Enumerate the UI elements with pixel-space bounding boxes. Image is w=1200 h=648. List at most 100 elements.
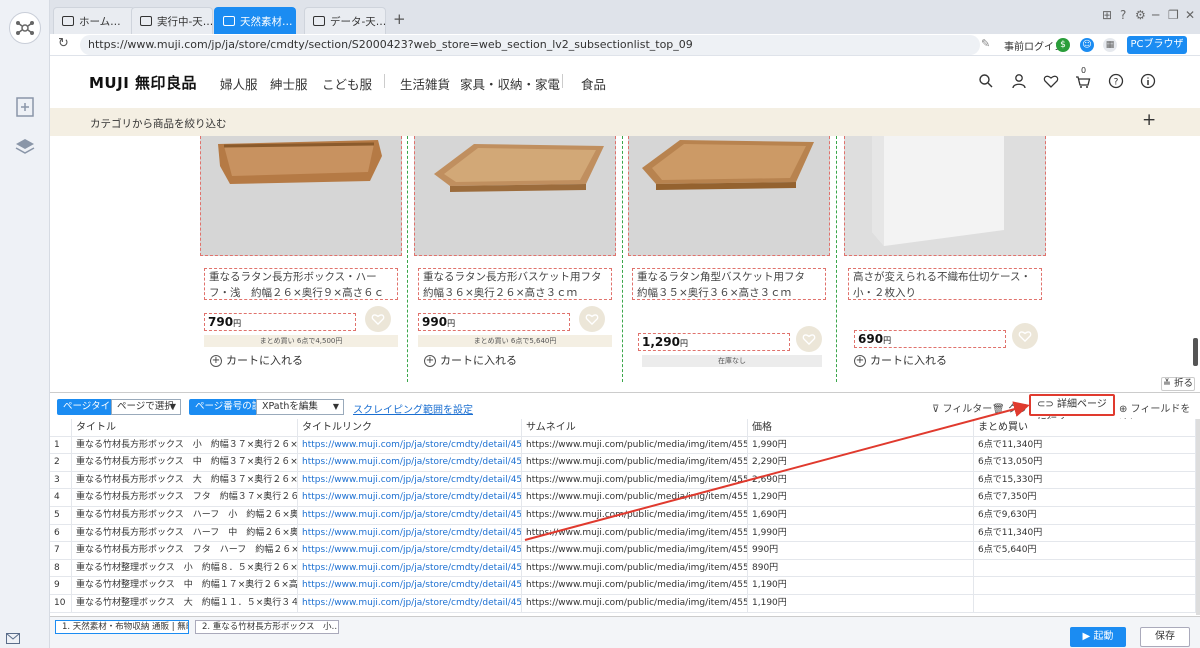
cell-title-link[interactable]: https://www.muji.com/jp/ja/store/cmdty/d… bbox=[298, 577, 522, 595]
table-row[interactable]: 3重なる竹材長方形ボックス 大 約幅３７×奥行２６×高さ２…https://ww… bbox=[50, 471, 1196, 490]
nav-kids[interactable]: こども服 bbox=[322, 74, 372, 93]
run-button[interactable]: ▶ 起動 bbox=[1070, 627, 1126, 647]
cell-bulk[interactable]: 6点で11,340円 bbox=[974, 436, 1196, 455]
info-icon[interactable] bbox=[1140, 73, 1156, 89]
cell-price[interactable]: 990円 bbox=[748, 542, 974, 560]
cell-thumbnail[interactable]: https://www.muji.com/public/media/img/it… bbox=[522, 489, 748, 507]
col-header-thumbnail[interactable]: サムネイル bbox=[522, 419, 748, 437]
cell-bulk[interactable] bbox=[974, 577, 1196, 595]
table-row[interactable]: 1重なる竹材長方形ボックス 小 約幅３７×奥行２６×高さ８… https://ww… bbox=[50, 436, 1196, 455]
cell-title[interactable]: 重なる竹材長方形ボックス 大 約幅３７×奥行２６×高さ２… bbox=[72, 471, 298, 490]
cell-title-link[interactable]: https://www.muji.com/jp/ja/store/cmdty/d… bbox=[298, 524, 522, 543]
cell-price[interactable]: 890円 bbox=[748, 559, 974, 578]
search-icon[interactable] bbox=[978, 73, 994, 89]
favorite-heart-icon[interactable] bbox=[796, 326, 822, 352]
cell-bulk[interactable]: 6点で9,630円 bbox=[974, 507, 1196, 525]
row-number[interactable]: 4 bbox=[50, 489, 72, 507]
pre-login-button[interactable]: 事前ログイン bbox=[1004, 38, 1064, 53]
cell-price[interactable]: 1,990円 bbox=[748, 524, 974, 543]
product-title[interactable]: 重なるラタン角型バスケット用フタ 約幅３５×奥行３６×高さ３ｃｍ bbox=[632, 268, 826, 300]
cell-title-link[interactable]: https://www.muji.com/jp/ja/store/cmdty/d… bbox=[298, 507, 522, 525]
product-card[interactable]: 重なるラタン長方形ボックス・ハーフ・浅 約幅２６×奥行９×高さ６ｃｍ 790円 … bbox=[200, 136, 402, 382]
scrape-range-link[interactable]: スクレイピング範囲を設定 bbox=[353, 401, 473, 416]
user-icon[interactable] bbox=[1011, 73, 1027, 89]
gift-icon[interactable]: ⊞ bbox=[1102, 8, 1112, 22]
col-header-title-link[interactable]: タイトルリンク bbox=[298, 419, 522, 437]
cell-title-link[interactable]: https://www.muji.com/jp/ja/store/cmdty/d… bbox=[298, 471, 522, 490]
cell-bulk[interactable]: 6点で15,330円 bbox=[974, 471, 1196, 490]
product-card[interactable]: 重なるラタン長方形バスケット用フタ 約幅３６×奥行２６×高さ３ｃｍ 990円 ま… bbox=[414, 136, 616, 382]
help-circle-icon[interactable]: ? bbox=[1108, 73, 1124, 89]
cell-thumbnail[interactable]: https://www.muji.com/public/media/img/it… bbox=[522, 436, 748, 455]
category-filter-bar[interactable]: カテゴリから商品を絞り込む + bbox=[50, 108, 1200, 136]
cell-thumbnail[interactable]: https://www.muji.com/public/media/img/it… bbox=[522, 471, 748, 490]
layers-icon[interactable] bbox=[15, 137, 35, 157]
table-row[interactable]: 10重なる竹材整理ボックス 大 約幅１１．５×奥行３４×高さ…https://w… bbox=[50, 595, 1196, 613]
new-tab-button[interactable]: + bbox=[393, 10, 406, 28]
url-input[interactable]: https://www.muji.com/jp/ja/store/cmdty/s… bbox=[80, 35, 980, 55]
restore-button[interactable]: ❐ bbox=[1168, 8, 1179, 22]
row-number[interactable]: 5 bbox=[50, 507, 72, 525]
cell-title[interactable]: 重なる竹材長方形ボックス 中 約幅３７×奥行２６×高さ１… bbox=[72, 454, 298, 472]
cell-title[interactable]: 重なる竹材長方形ボックス ハーフ 中 約幅２６×奥行１８… bbox=[72, 524, 298, 543]
bottom-tab-2[interactable]: 2. 重なる竹材長方形ボックス 小… ⊗ bbox=[195, 620, 339, 634]
nav-mens[interactable]: 紳士服 bbox=[270, 74, 308, 93]
cell-bulk[interactable]: 6点で11,340円 bbox=[974, 524, 1196, 543]
cell-bulk[interactable]: 6点で13,050円 bbox=[974, 454, 1196, 472]
row-number[interactable]: 2 bbox=[50, 454, 72, 472]
settings-icon[interactable]: ⚙ bbox=[1135, 8, 1146, 22]
cell-bulk[interactable] bbox=[974, 559, 1196, 578]
cell-title[interactable]: 重なる竹材整理ボックス 大 約幅１１．５×奥行３４×高さ… bbox=[72, 595, 298, 613]
row-number[interactable]: 10 bbox=[50, 595, 72, 613]
reload-icon[interactable]: ↻ bbox=[58, 36, 69, 51]
cell-thumbnail[interactable]: https://www.muji.com/public/media/img/it… bbox=[522, 524, 748, 543]
cell-title-link[interactable]: https://www.muji.com/jp/ja/store/cmdty/d… bbox=[298, 595, 522, 613]
cell-thumbnail[interactable]: https://www.muji.com/public/media/img/it… bbox=[522, 542, 748, 560]
cell-title[interactable]: 重なる竹材長方形ボックス フタ ハーフ 約幅２６×奥行１… bbox=[72, 542, 298, 560]
tab-home[interactable]: ホーム… bbox=[53, 7, 135, 34]
help-icon[interactable]: ? bbox=[1120, 8, 1126, 22]
edit-icon[interactable]: ✎ bbox=[981, 37, 990, 50]
row-number[interactable]: 9 bbox=[50, 577, 72, 595]
page-type-select[interactable]: ページで選択 ▼ bbox=[111, 399, 181, 415]
new-task-icon[interactable] bbox=[15, 97, 35, 117]
product-title[interactable]: 高さが変えられる不織布仕切ケース・小・２枚入り bbox=[848, 268, 1042, 300]
table-row[interactable]: 6重なる竹材長方形ボックス ハーフ 中 約幅２６×奥行１８…https://ww… bbox=[50, 524, 1196, 543]
table-row[interactable]: 7重なる竹材長方形ボックス フタ ハーフ 約幅２６×奥行１…https://ww… bbox=[50, 542, 1196, 560]
heart-icon[interactable] bbox=[1043, 73, 1059, 89]
row-number[interactable]: 1 bbox=[50, 436, 72, 455]
table-row[interactable]: 4重なる竹材長方形ボックス フタ 約幅３７×奥行２６×高さ… https://ww… bbox=[50, 489, 1196, 507]
cell-thumbnail[interactable]: https://www.muji.com/public/media/img/it… bbox=[522, 559, 748, 578]
cell-title-link[interactable]: https://www.muji.com/jp/ja/store/cmdty/d… bbox=[298, 454, 522, 472]
filter-button[interactable]: ⊽ フィルター bbox=[932, 400, 992, 415]
cell-title[interactable]: 重なる竹材長方形ボックス 小 約幅３７×奥行２６×高さ８… bbox=[72, 436, 298, 455]
cell-price[interactable]: 2,290円 bbox=[748, 454, 974, 472]
row-number[interactable]: 7 bbox=[50, 542, 72, 560]
add-to-cart-button[interactable]: + カートに入れる bbox=[854, 354, 974, 368]
add-to-cart-button[interactable]: + カートに入れる bbox=[210, 354, 330, 368]
cell-thumbnail[interactable]: https://www.muji.com/public/media/img/it… bbox=[522, 454, 748, 472]
minimize-button[interactable]: ─ bbox=[1152, 8, 1159, 22]
fold-button[interactable]: ≚ 折る bbox=[1161, 377, 1195, 391]
status-blue-icon[interactable]: ☺ bbox=[1080, 38, 1094, 52]
col-header-bulk[interactable]: まとめ買い bbox=[974, 419, 1196, 437]
cell-thumbnail[interactable]: https://www.muji.com/public/media/img/it… bbox=[522, 507, 748, 525]
cell-title-link[interactable]: https://www.muji.com/jp/ja/store/cmdty/d… bbox=[298, 542, 522, 560]
nav-furniture[interactable]: 家具・収納・家電 bbox=[460, 74, 560, 93]
nav-womens[interactable]: 婦人服 bbox=[220, 74, 258, 93]
cell-price[interactable]: 2,690円 bbox=[748, 471, 974, 490]
app-logo[interactable] bbox=[9, 12, 41, 44]
product-title[interactable]: 重なるラタン長方形ボックス・ハーフ・浅 約幅２６×奥行９×高さ６ｃｍ bbox=[204, 268, 398, 300]
cell-title[interactable]: 重なる竹材長方形ボックス フタ 約幅３７×奥行２６×高さ… bbox=[72, 489, 298, 507]
cell-title-link[interactable]: https://www.muji.com/jp/ja/store/cmdty/d… bbox=[298, 559, 522, 578]
cell-title[interactable]: 重なる竹材整理ボックス 中 約幅１７×奥行２６×高さ５… bbox=[72, 577, 298, 595]
table-row[interactable]: 8重なる竹材整理ボックス 小 約幅８．５×奥行２６×高さ５…https://ww… bbox=[50, 559, 1196, 578]
bottom-tab-1[interactable]: 1. 天然素材・布物収納 通販 | 無印… bbox=[55, 620, 189, 634]
product-title[interactable]: 重なるラタン長方形バスケット用フタ 約幅３６×奥行２６×高さ３ｃｍ bbox=[418, 268, 612, 300]
cell-price[interactable]: 1,690円 bbox=[748, 507, 974, 525]
cell-title[interactable]: 重なる竹材整理ボックス 小 約幅８．５×奥行２６×高さ５… bbox=[72, 559, 298, 578]
row-number[interactable]: 6 bbox=[50, 524, 72, 543]
tab-natural-materials[interactable]: 天然素材…✕ bbox=[214, 7, 296, 34]
status-green-icon[interactable]: $ bbox=[1056, 38, 1070, 52]
nav-food[interactable]: 食品 bbox=[581, 74, 606, 93]
